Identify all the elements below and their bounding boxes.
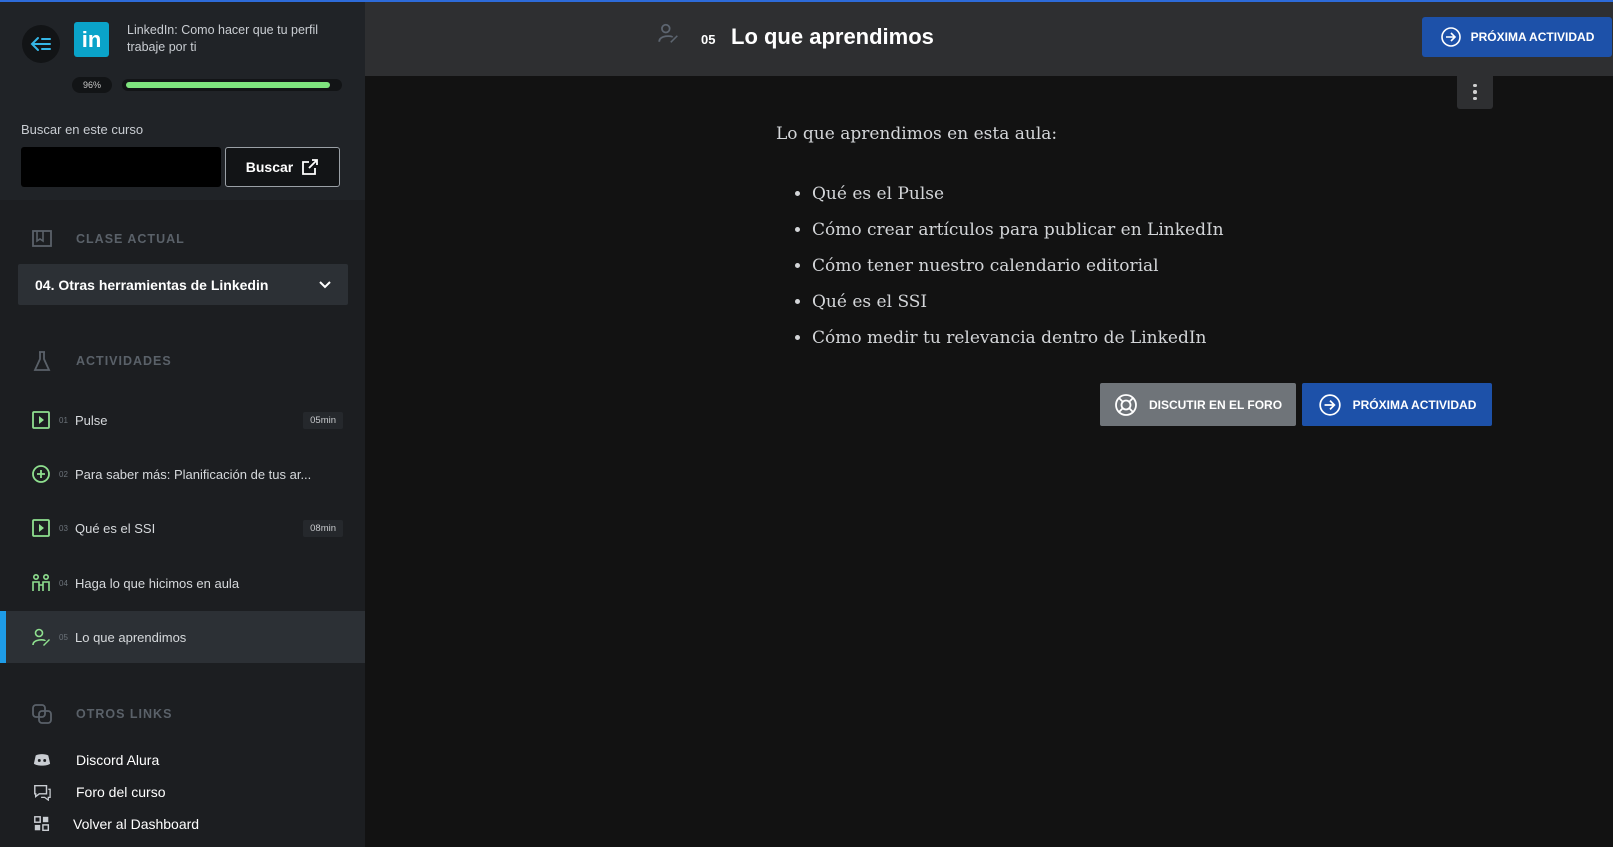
class-selector[interactable]: 04. Otras herramientas de Linkedin [18, 264, 348, 305]
plus-circle-icon [32, 465, 50, 483]
course-title: LinkedIn: Como hacer que tu perfil traba… [127, 23, 319, 54]
kebab-dot [1473, 83, 1477, 88]
search-button[interactable]: Buscar [225, 147, 340, 187]
arrow-circle-icon [1318, 393, 1341, 416]
activity-item-02[interactable]: 02 Para saber más: Planificación de tus … [0, 449, 365, 499]
flask-icon [31, 350, 53, 372]
activity-item-04[interactable]: 04 Haga lo que hicimos en aula [0, 558, 365, 608]
list-item: Cómo crear artículos para publicar en Li… [812, 212, 1496, 248]
next-activity-label: PRÓXIMA ACTIVIDAD [1470, 30, 1595, 44]
activity-duration: 08min [303, 519, 343, 537]
activity-number: 03 [59, 523, 68, 533]
lifebuoy-icon [1115, 393, 1137, 416]
activity-number: 04 [59, 578, 68, 588]
links-icon [31, 703, 53, 725]
external-link-icon [302, 159, 319, 175]
list-item: Qué es el Pulse [812, 176, 1496, 212]
activity-item-03[interactable]: 03 Qué es el SSI 08min [0, 503, 365, 553]
class-selector-value: 04. Otras herramientas de Linkedin [35, 276, 269, 293]
list-item: Cómo medir tu relevancia dentro de Linke… [812, 320, 1496, 356]
activity-item-01[interactable]: 01 Pulse 05min [0, 395, 365, 445]
more-options-button[interactable] [1457, 75, 1493, 109]
activity-header: 05 Lo que aprendimos PRÓXIMA ACTIVIDAD [365, 2, 1613, 76]
user-edit-icon [658, 23, 678, 43]
activity-item-05[interactable]: 05 Lo que aprendimos [0, 611, 365, 663]
top-accent-line [0, 0, 1613, 2]
page-title: Lo que aprendimos [731, 24, 934, 49]
kebab-dot [1473, 96, 1477, 101]
learned-list: Qué es el Pulse Cómo crear artículos par… [776, 176, 1496, 356]
next-activity-label: PRÓXIMA ACTIVIDAD [1352, 397, 1477, 412]
video-icon [32, 411, 50, 429]
activity-label: Lo que aprendimos [75, 629, 187, 645]
progress-bar [122, 79, 342, 91]
activity-label: Para saber más: Planificación de tus ar.… [75, 466, 312, 482]
forum-icon [34, 784, 51, 801]
link-label: Volver al Dashboard [73, 816, 200, 832]
progress-fill [126, 82, 330, 88]
course-header: in LinkedIn: Como hacer que tu perfil tr… [0, 0, 365, 200]
activity-duration: 05min [303, 411, 343, 429]
kebab-dot [1473, 90, 1477, 94]
activity-number: 01 [59, 415, 68, 425]
other-links-label: OTROS LINKS [76, 707, 173, 721]
sidebar: in LinkedIn: Como hacer que tu perfil tr… [0, 0, 365, 847]
activity-number: 02 [59, 469, 68, 479]
list-item: Cómo tener nuestro calendario editorial [812, 248, 1496, 284]
discord-icon [33, 754, 51, 766]
chevron-down-icon [319, 280, 331, 288]
course-logo: in [74, 22, 109, 57]
activity-number: 05 [701, 32, 716, 47]
activity-label: Qué es el SSI [75, 520, 156, 536]
user-edit-icon [32, 628, 50, 646]
search-label: Buscar en este curso [21, 122, 144, 137]
practice-icon [32, 573, 50, 591]
arrow-circle-icon [1440, 27, 1461, 47]
content-intro: Lo que aprendimos en esta aula: [776, 124, 1058, 144]
book-icon [31, 228, 53, 250]
back-button[interactable] [22, 25, 60, 63]
discuss-forum-button[interactable]: DISCUTIR EN EL FORO [1100, 383, 1296, 426]
progress-percent: 96% [72, 77, 112, 93]
search-button-label: Buscar [245, 159, 294, 175]
activity-label: Haga lo que hicimos en aula [75, 575, 240, 591]
back-arrow-icon [30, 37, 51, 51]
next-activity-button-top[interactable]: PRÓXIMA ACTIVIDAD [1422, 17, 1612, 57]
discuss-forum-label: DISCUTIR EN EL FORO [1148, 397, 1283, 412]
activity-label: Pulse [75, 412, 108, 428]
list-item: Qué es el SSI [812, 284, 1496, 320]
video-icon [32, 519, 50, 537]
activity-number: 05 [59, 632, 68, 642]
next-activity-button[interactable]: PRÓXIMA ACTIVIDAD [1302, 383, 1492, 426]
current-class-label: CLASE ACTUAL [76, 232, 185, 246]
dashboard-icon [34, 816, 50, 832]
link-label: Foro del curso [76, 784, 166, 800]
search-input[interactable] [21, 147, 221, 187]
activities-label: ACTIVIDADES [76, 354, 172, 368]
link-label: Discord Alura [76, 752, 160, 768]
activity-content: Lo que aprendimos en esta aula: Qué es e… [776, 124, 1496, 356]
